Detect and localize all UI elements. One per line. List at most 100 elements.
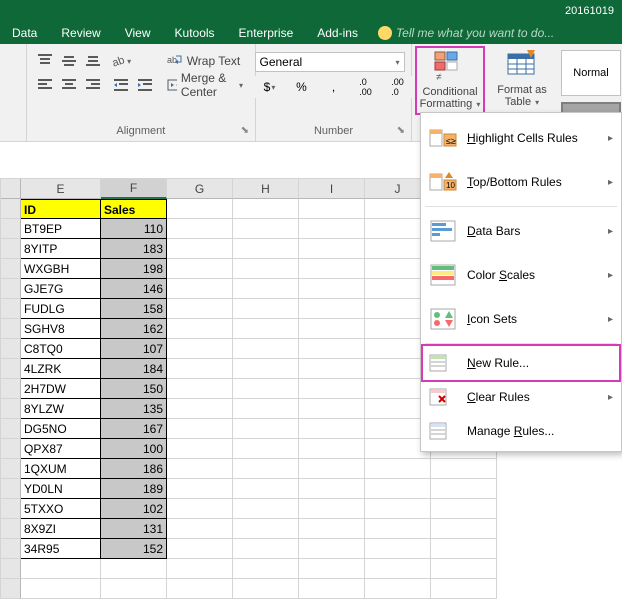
cell[interactable]: 150 [101,379,167,399]
row-header[interactable] [1,459,21,479]
cell[interactable]: 135 [101,399,167,419]
cell[interactable]: 100 [101,439,167,459]
number-format-combo[interactable]: General ▾ [255,52,405,72]
cell[interactable] [365,559,431,579]
tab-data[interactable]: Data [0,23,49,43]
cell[interactable]: ID [21,199,101,219]
cell[interactable] [233,539,299,559]
cell[interactable] [233,299,299,319]
menu-top-bottom-rules[interactable]: 10 Top/Bottom Rules ▸ [423,160,619,204]
menu-manage-rules[interactable]: Manage Rules... [423,414,619,448]
cell[interactable]: 186 [101,459,167,479]
cell[interactable]: 189 [101,479,167,499]
cell[interactable]: 158 [101,299,167,319]
cell[interactable] [167,559,233,579]
row-header[interactable] [1,519,21,539]
cell[interactable] [431,479,497,499]
cell[interactable] [21,579,101,599]
cell[interactable] [233,359,299,379]
row-header[interactable] [1,279,21,299]
cell[interactable] [365,499,431,519]
cell[interactable]: QPX87 [21,439,101,459]
cell[interactable]: 8YLZW [21,399,101,419]
cell[interactable] [167,439,233,459]
cell[interactable] [365,479,431,499]
cell[interactable] [233,399,299,419]
cell[interactable] [21,559,101,579]
format-as-table-button[interactable]: Format asTable ▾ [487,46,557,111]
cell[interactable] [233,579,299,599]
cell[interactable] [167,519,233,539]
cell[interactable] [431,539,497,559]
row-header[interactable] [1,559,21,579]
cell[interactable]: 102 [101,499,167,519]
orientation-button[interactable]: ab▾ [109,50,133,72]
menu-clear-rules[interactable]: Clear Rules ▸ [423,380,619,414]
cell[interactable] [431,519,497,539]
cell[interactable]: 1QXUM [21,459,101,479]
comma-format-button[interactable]: , [319,76,349,98]
cell[interactable] [299,479,365,499]
column-header[interactable]: G [167,179,233,199]
cell[interactable] [299,579,365,599]
cell[interactable] [167,359,233,379]
cell[interactable] [299,499,365,519]
accounting-format-button[interactable]: $ ▾ [255,76,285,98]
tab-addins[interactable]: Add-ins [305,23,370,43]
cell[interactable] [233,439,299,459]
cell[interactable] [299,319,365,339]
align-middle-button[interactable] [57,50,81,72]
decrease-decimal-button[interactable]: .00.0 [383,76,413,98]
decrease-indent-button[interactable] [109,74,133,96]
alignment-dialog-launcher[interactable]: ⬊ [241,125,249,136]
align-center-button[interactable] [57,74,81,96]
row-header[interactable] [1,539,21,559]
cell[interactable] [167,299,233,319]
cell[interactable] [167,219,233,239]
cell[interactable] [365,459,431,479]
cell[interactable] [365,579,431,599]
row-header[interactable] [1,239,21,259]
cell[interactable] [233,479,299,499]
cell[interactable] [299,279,365,299]
cell[interactable]: 107 [101,339,167,359]
row-header[interactable] [1,299,21,319]
menu-icon-sets[interactable]: Icon Sets ▸ [423,297,619,341]
cell[interactable] [365,539,431,559]
cell[interactable]: YD0LN [21,479,101,499]
cell[interactable] [431,559,497,579]
cell[interactable] [167,259,233,279]
cell[interactable]: 162 [101,319,167,339]
cell[interactable]: 183 [101,239,167,259]
cell[interactable] [233,239,299,259]
cell[interactable] [167,479,233,499]
cell[interactable] [233,339,299,359]
wrap-text-button[interactable]: ab Wrap Text [161,50,249,72]
align-bottom-button[interactable] [81,50,105,72]
cell[interactable]: 184 [101,359,167,379]
row-header[interactable] [1,579,21,599]
cell[interactable] [233,219,299,239]
cell[interactable]: 8X9ZI [21,519,101,539]
row-header[interactable] [1,479,21,499]
cell[interactable]: 8YITP [21,239,101,259]
cell[interactable] [431,459,497,479]
cell[interactable]: WXGBH [21,259,101,279]
cell[interactable] [233,199,299,219]
cell[interactable] [167,459,233,479]
cell[interactable] [233,459,299,479]
column-header[interactable]: E [21,179,101,199]
row-header[interactable] [1,399,21,419]
cell[interactable]: 2H7DW [21,379,101,399]
cell[interactable] [167,319,233,339]
cell[interactable]: GJE7G [21,279,101,299]
cell[interactable] [167,379,233,399]
column-header[interactable]: I [299,179,365,199]
row-header[interactable] [1,259,21,279]
conditional-formatting-button[interactable]: ≠ ConditionalFormatting ▾ [415,46,485,115]
cell[interactable]: 167 [101,419,167,439]
cell[interactable]: 34R95 [21,539,101,559]
cell[interactable] [167,419,233,439]
cell[interactable]: DG5NO [21,419,101,439]
align-right-button[interactable] [81,74,105,96]
